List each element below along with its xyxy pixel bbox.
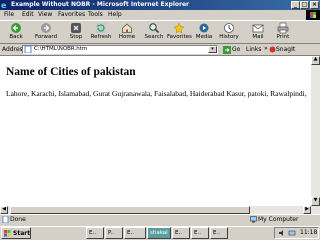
menu-help[interactable]: Help — [108, 11, 122, 18]
close-button[interactable]: × — [310, 1, 319, 9]
computer-icon — [250, 216, 257, 223]
minimize-button[interactable]: _ — [291, 1, 300, 9]
menu-bar: File Edit View Favorites Tools Help — [0, 10, 320, 20]
favorites-button[interactable]: Favorites — [167, 22, 192, 43]
forward-button[interactable]: Forward — [32, 22, 60, 43]
start-label: Start — [13, 230, 31, 237]
mail-label: Mail — [252, 34, 264, 40]
forward-label: Forward — [34, 34, 58, 40]
go-arrow-icon[interactable] — [223, 46, 231, 54]
home-button[interactable]: Home — [116, 22, 138, 43]
status-text: Done — [10, 216, 26, 223]
history-label: History — [219, 34, 239, 40]
print-icon — [277, 22, 289, 34]
taskbar-item-7[interactable]: E.. — [210, 227, 228, 239]
scroll-left-button[interactable]: ◀ — [0, 206, 8, 214]
scroll-down-button[interactable]: ▼ — [311, 197, 320, 206]
address-dropdown-button[interactable]: ▾ — [208, 46, 217, 53]
snagit-icon — [269, 46, 276, 53]
done-page-icon — [2, 216, 9, 223]
page-icon — [24, 46, 32, 53]
menu-view[interactable]: View — [38, 11, 52, 18]
horizontal-scrollbar[interactable]: ◀ ▶ — [0, 206, 311, 214]
history-icon — [224, 23, 234, 33]
page-heading: Name of Cities of pakistan — [6, 66, 136, 78]
taskbar-item-5[interactable]: E.. — [172, 227, 190, 239]
ie-logo-icon: e — [1, 1, 7, 9]
svg-text:e: e — [1, 1, 7, 9]
mail-button[interactable]: Mail — [248, 22, 268, 43]
snagit-button[interactable]: SnagIt — [276, 46, 295, 53]
favorites-icon — [173, 22, 185, 34]
page-content — [0, 56, 311, 214]
back-arrow-icon — [11, 23, 21, 33]
vertical-scrollbar[interactable]: ▲ ▼ — [311, 56, 320, 214]
back-button[interactable]: Back — [1, 22, 31, 43]
speaker-icon[interactable] — [278, 229, 286, 237]
media-icon — [199, 23, 209, 33]
taskbar-item-2[interactable]: P.. — [105, 227, 123, 239]
menu-file[interactable]: File — [4, 11, 14, 18]
search-label: Search — [144, 34, 164, 40]
print-label: Print — [276, 34, 290, 40]
scroll-up-button[interactable]: ▲ — [311, 56, 320, 65]
windows-flag-icon — [4, 230, 11, 237]
scroll-right-button[interactable]: ▶ — [303, 206, 311, 214]
go-button[interactable]: Go — [232, 46, 240, 53]
links-chevron-icon[interactable]: » — [264, 45, 268, 52]
search-icon — [149, 23, 160, 34]
refresh-label: Refresh — [90, 34, 112, 40]
menu-edit[interactable]: Edit — [22, 11, 34, 18]
media-label: Media — [195, 34, 213, 40]
title-bar: e Example Without NOBR - Microsoft Inter… — [0, 0, 320, 10]
history-button[interactable]: History — [218, 22, 240, 43]
favorites-label: Favorites — [167, 34, 192, 40]
clock: 11:18 — [300, 229, 318, 236]
maximize-button[interactable]: □ — [300, 1, 309, 9]
home-icon — [122, 23, 132, 33]
taskbar-item-shakal[interactable]: shakal — [147, 227, 171, 239]
network-icon[interactable] — [288, 229, 296, 237]
links-button[interactable]: Links — [246, 46, 261, 53]
address-value: C:\HTML\NOBR.htm — [34, 46, 88, 52]
window-title: Example Without NOBR - Microsoft Interne… — [11, 1, 189, 8]
taskbar-item-3[interactable]: E.. — [124, 227, 146, 239]
refresh-icon — [96, 23, 106, 33]
taskbar-item-1[interactable]: E.. — [86, 227, 104, 239]
taskbar-item-6[interactable]: E.. — [191, 227, 209, 239]
cities-text: Lahore, Karachi, Islamabad, Gurat Gujran… — [6, 89, 307, 98]
back-label: Back — [9, 34, 23, 40]
security-zone-text: My Computer — [258, 216, 299, 223]
stop-button[interactable]: Stop — [66, 22, 86, 43]
menu-tools[interactable]: Tools — [88, 11, 103, 18]
media-button[interactable]: Media — [194, 22, 214, 43]
refresh-button[interactable]: Refresh — [89, 22, 113, 43]
menu-favorites[interactable]: Favorites — [58, 11, 85, 18]
stop-label: Stop — [69, 34, 83, 40]
forward-arrow-icon — [41, 23, 51, 33]
stop-icon — [71, 23, 81, 33]
horizontal-scroll-thumb[interactable] — [10, 206, 250, 214]
windows-logo-icon — [306, 10, 320, 20]
search-button[interactable]: Search — [143, 22, 165, 43]
start-button[interactable]: Start — [1, 227, 31, 239]
print-button[interactable]: Print — [273, 22, 293, 43]
mail-icon — [252, 24, 264, 33]
home-label: Home — [118, 34, 136, 40]
